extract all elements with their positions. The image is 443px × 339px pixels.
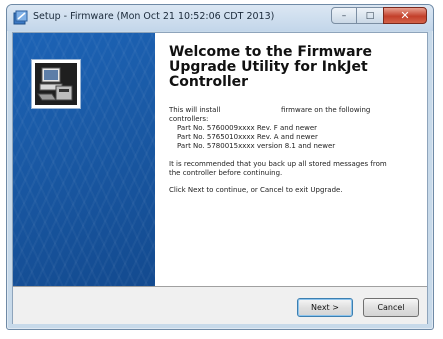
title-bar[interactable]: Setup - Firmware (Mon Oct 21 10:52:06 CD… <box>7 5 433 31</box>
part-number-line: Part No. 5760009xxxx Rev. F and newer <box>177 124 318 132</box>
cancel-button[interactable]: Cancel <box>363 298 419 317</box>
part-number-line: Part No. 5780015xxxx version 8.1 and new… <box>177 142 336 150</box>
close-icon: ✕ <box>400 9 410 22</box>
part-number-line: Part No. 5765010xxxx Rev. A and newer <box>177 133 318 141</box>
next-instruction: Click Next to continue, or Cancel to exi… <box>169 186 343 194</box>
next-button[interactable]: Next > <box>297 298 353 317</box>
wizard-side-banner <box>13 33 155 286</box>
installer-computer-icon <box>31 59 81 109</box>
recommend-line: the controller before continuing. <box>169 169 283 177</box>
wizard-content: Welcome to the Firmware Upgrade Utility … <box>155 33 427 286</box>
backup-recommendation: It is recommended that you back up all s… <box>169 160 417 178</box>
welcome-heading: Welcome to the Firmware Upgrade Utility … <box>169 45 419 90</box>
intro-line: This will install firmware on the follow… <box>169 106 417 115</box>
heading-line: Welcome to the Firmware <box>169 44 372 60</box>
caption-buttons: – □ ✕ <box>331 7 427 26</box>
recommend-line: It is recommended that you back up all s… <box>169 160 387 168</box>
setup-window: Setup - Firmware (Mon Oct 21 10:52:06 CD… <box>6 4 434 330</box>
intro-text-a: This will install <box>169 106 221 114</box>
close-button[interactable]: ✕ <box>383 7 427 24</box>
maximize-icon: □ <box>365 10 375 21</box>
setup-app-icon <box>13 10 28 25</box>
heading-line: Controller <box>169 74 249 90</box>
minimize-button[interactable]: – <box>331 7 357 24</box>
intro-text-b: firmware on the following <box>281 106 371 114</box>
maximize-button[interactable]: □ <box>357 7 383 24</box>
window-title: Setup - Firmware (Mon Oct 21 10:52:06 CD… <box>33 11 275 22</box>
intro-paragraph: This will install firmware on the follow… <box>169 106 417 151</box>
intro-line: controllers: <box>169 115 209 123</box>
heading-line: Upgrade Utility for InkJet <box>169 59 368 75</box>
wizard-footer: Next > Cancel <box>13 286 427 324</box>
wizard-client-area: Welcome to the Firmware Upgrade Utility … <box>12 32 428 324</box>
minimize-icon: – <box>341 10 347 21</box>
